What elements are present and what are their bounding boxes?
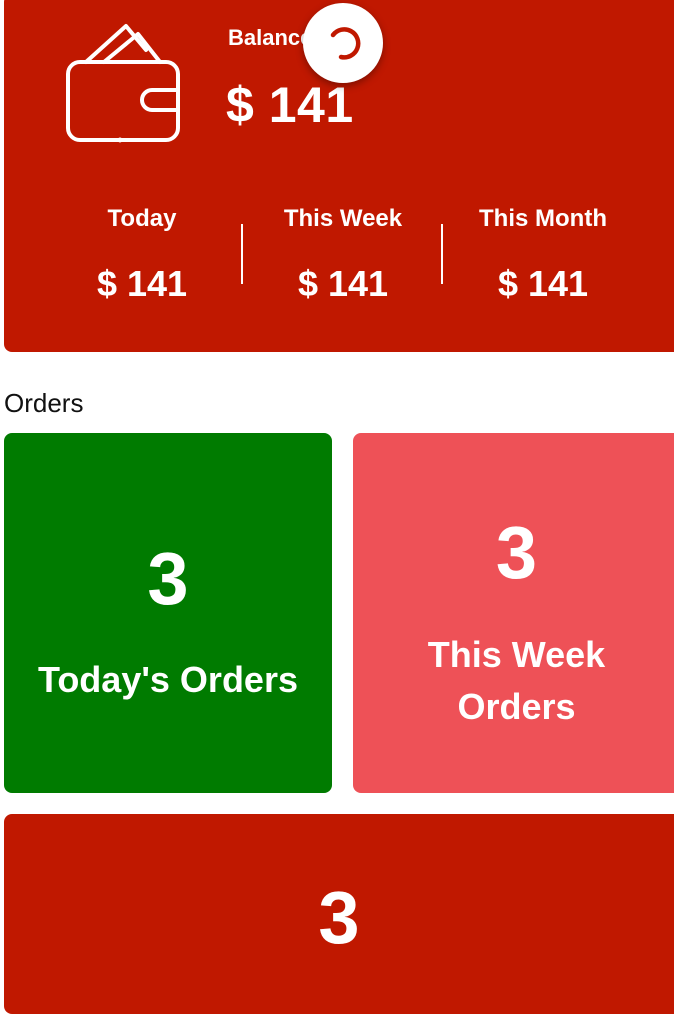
stat-value: $ 141 — [497, 263, 589, 304]
todays-orders-tile[interactable]: 3 Today's Orders — [4, 433, 332, 793]
this-week-orders-count: 3 — [495, 511, 538, 594]
spinner-icon — [330, 27, 361, 60]
orders-tile[interactable]: 3 — [4, 814, 674, 1014]
balance-label: Balance — [228, 25, 313, 50]
todays-orders-label: Today's Orders — [38, 659, 298, 700]
stat-today: Today $ 141 — [42, 204, 242, 304]
this-week-orders-label-line1: This Week — [427, 634, 606, 675]
stat-value: $ 141 — [96, 263, 188, 304]
todays-orders-count: 3 — [147, 537, 189, 620]
stat-label: This Week — [283, 205, 403, 232]
stat-label: Today — [107, 205, 177, 232]
stat-value: $ 141 — [297, 263, 389, 304]
loading-indicator — [303, 3, 383, 83]
this-week-orders-label-line2: Orders — [457, 686, 576, 727]
orders-count: 3 — [318, 876, 360, 959]
stat-this-week: This Week $ 141 — [243, 204, 443, 304]
wallet-icon — [66, 24, 180, 143]
stat-label: This Month — [479, 205, 607, 232]
orders-section-title: Orders — [4, 388, 84, 418]
balance-amount: $ 141 — [226, 77, 354, 133]
this-week-orders-tile[interactable]: 3 This Week Orders — [353, 433, 674, 793]
stat-this-month: This Month $ 141 — [443, 204, 643, 304]
